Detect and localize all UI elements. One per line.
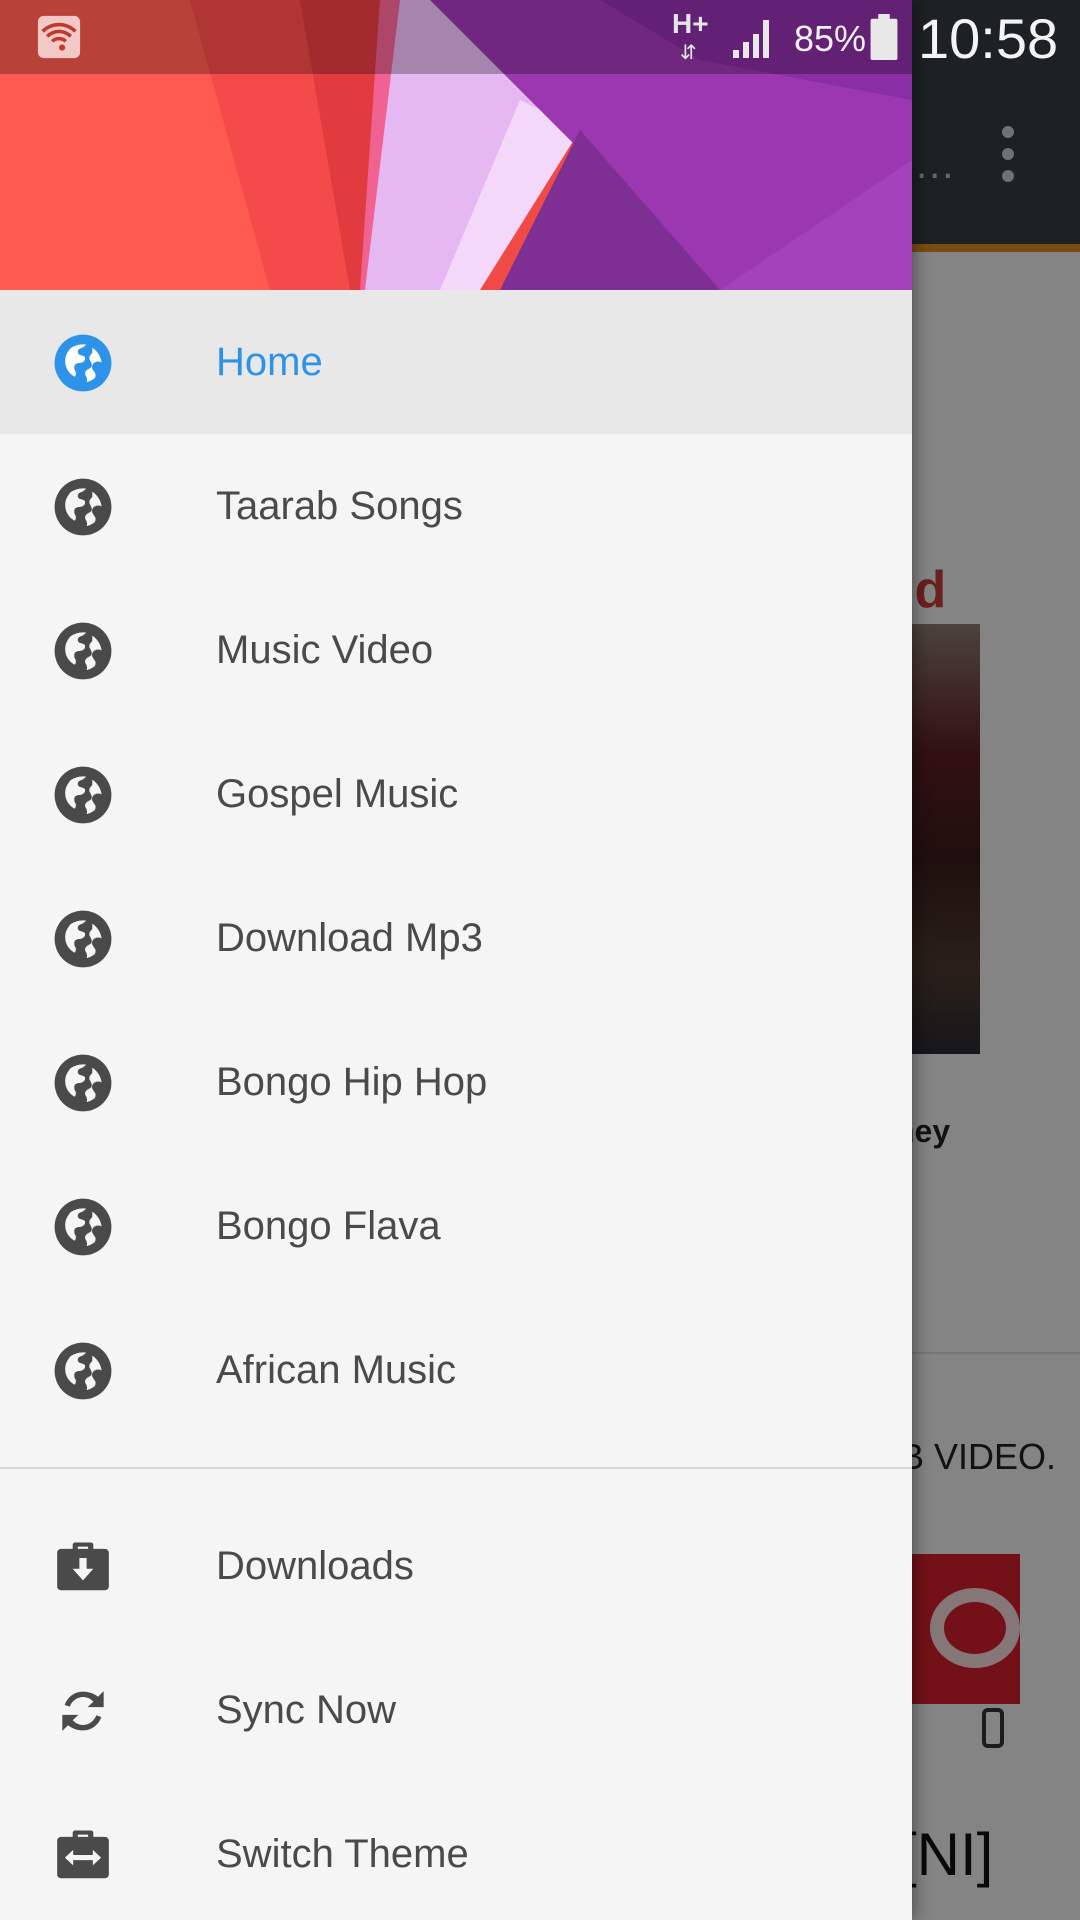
nav-item-download-mp3[interactable]: Download Mp3 [0,866,912,1010]
nav-item-label: Home [216,340,323,384]
nav-item-label: Downloads [216,1544,414,1588]
globe-icon [54,334,112,392]
network-type-label: H+ [672,8,709,39]
download-briefcase-icon [57,1542,109,1591]
battery-percentage: 85% [794,18,867,59]
nav-item-label: African Music [216,1348,457,1392]
globe-icon [54,1198,112,1256]
clock: 10:58 [918,7,1059,70]
wifi-hotspot-icon [37,15,81,59]
nav-item-label: Bongo Flava [216,1204,441,1248]
nav-item-bongo-flava[interactable]: Bongo Flava [0,1154,912,1298]
globe-icon [54,622,112,680]
nav-item-sync-now[interactable]: Sync Now [0,1638,912,1782]
navigation-drawer: Home Taarab Songs Music Video Gospel Mus… [0,0,912,1920]
nav-item-downloads[interactable]: Downloads [0,1494,912,1638]
app-screen: ... id e ney B VIDEO. [NI] [0,0,1080,1920]
nav-item-label: Sync Now [216,1688,397,1732]
nav-item-label: Switch Theme [216,1832,469,1876]
nav-item-label: Download Mp3 [216,916,483,960]
sync-icon [62,1691,104,1731]
nav-item-switch-theme[interactable]: Switch Theme [0,1782,912,1920]
nav-item-label: Bongo Hip Hop [216,1060,488,1104]
nav-item-label: Gospel Music [216,772,459,816]
switch-theme-icon [57,1830,109,1879]
nav-item-bongo-hip-hop[interactable]: Bongo Hip Hop [0,1010,912,1154]
globe-icon [54,1054,112,1112]
globe-icon [54,910,112,968]
nav-item-taarab-songs[interactable]: Taarab Songs [0,434,912,578]
globe-icon [54,766,112,824]
nav-item-african-music[interactable]: African Music [0,1298,912,1442]
globe-icon [54,1342,112,1400]
battery-icon [870,14,898,60]
globe-icon [54,478,112,536]
nav-item-music-video[interactable]: Music Video [0,578,912,722]
drawer-divider [0,1467,912,1469]
drawer-menu-primary: Home Taarab Songs Music Video Gospel Mus… [0,290,912,1442]
cell-signal-icon [733,20,769,58]
nav-item-label: Music Video [216,628,434,672]
status-bar: H+ ⇵ 85% 10:58 [0,0,1080,74]
data-activity-icon: ⇵ [680,42,697,64]
nav-item-gospel-music[interactable]: Gospel Music [0,722,912,866]
nav-item-home[interactable]: Home [0,290,912,434]
nav-item-label: Taarab Songs [216,484,463,528]
drawer-menu-secondary: Downloads Sync Now Switch Theme [0,1494,912,1920]
